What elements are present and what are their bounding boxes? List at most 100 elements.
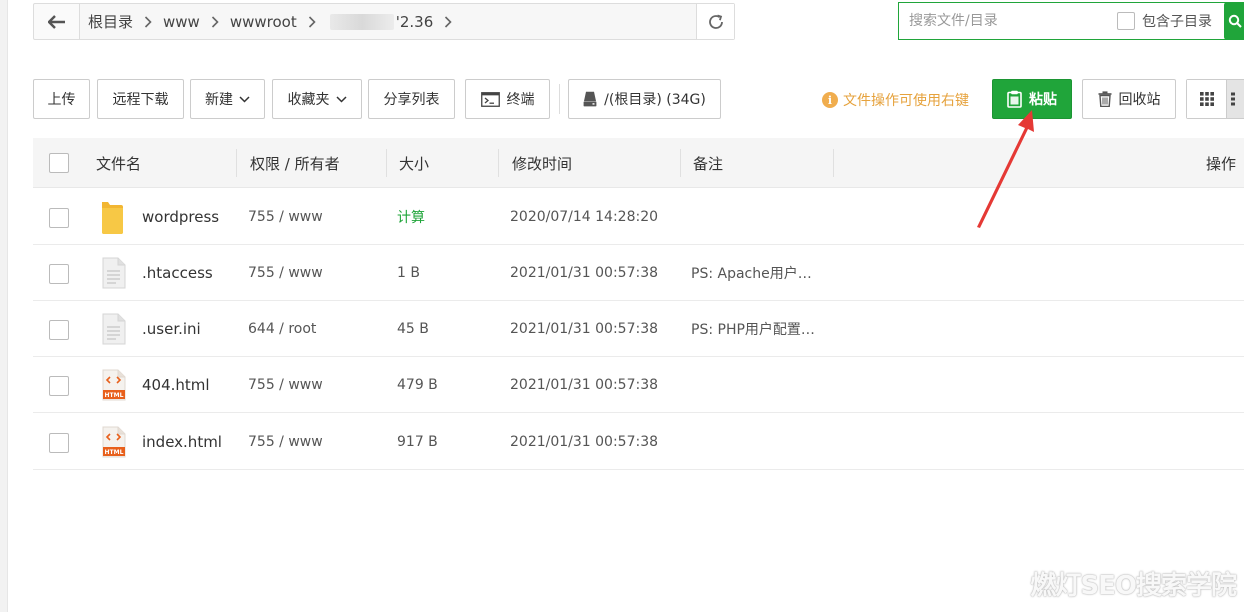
row-checkbox-wrap bbox=[49, 433, 69, 457]
file-perm[interactable]: 755 / www bbox=[248, 357, 323, 413]
table-row[interactable]: .htaccess 755 / www 1 B 2021/01/31 00:57… bbox=[33, 245, 1244, 301]
terminal-label: 终端 bbox=[506, 92, 535, 108]
grid-view-button[interactable] bbox=[1187, 80, 1227, 118]
col-header-perm[interactable]: 权限 / 所有者 bbox=[250, 138, 340, 188]
col-divider bbox=[236, 149, 237, 177]
remote-download-label: 远程下载 bbox=[112, 92, 169, 108]
breadcrumb-www[interactable]: www bbox=[163, 13, 200, 31]
clipboard-icon bbox=[1007, 90, 1022, 108]
terminal-icon bbox=[480, 91, 500, 107]
search-input[interactable] bbox=[899, 4, 1105, 38]
terminal-button[interactable]: 终端 bbox=[465, 79, 550, 119]
include-subdirs-label: 包含子目录 bbox=[1142, 14, 1212, 30]
file-icon bbox=[102, 245, 126, 301]
file-mtime: 2021/01/31 00:57:38 bbox=[510, 265, 659, 281]
select-all-checkbox[interactable] bbox=[49, 153, 69, 173]
row-checkbox-wrap bbox=[49, 208, 69, 232]
col-divider bbox=[498, 149, 499, 177]
upload-label: 上传 bbox=[47, 92, 76, 108]
col-header-mtime[interactable]: 修改时间 bbox=[512, 138, 572, 188]
row-checkbox[interactable] bbox=[49, 433, 69, 453]
recycle-bin-button[interactable]: 回收站 bbox=[1082, 79, 1176, 119]
row-checkbox-wrap bbox=[49, 264, 69, 288]
row-checkbox[interactable] bbox=[49, 376, 69, 396]
file-remark: PS: PHP用户配置… bbox=[691, 322, 815, 338]
col-header-name[interactable]: 文件名 bbox=[96, 138, 141, 188]
table-row[interactable]: HTML 404.html 755 / www 479 B 2021/01/31… bbox=[33, 357, 1244, 413]
file-name[interactable]: .user.ini bbox=[142, 301, 201, 357]
file-mtime: 2021/01/31 00:57:38 bbox=[510, 321, 659, 337]
file-size: 45 B bbox=[397, 321, 429, 337]
file-name[interactable]: index.html bbox=[142, 414, 222, 470]
include-subdirs-checkbox[interactable] bbox=[1117, 12, 1135, 30]
list-view-button[interactable] bbox=[1226, 80, 1244, 118]
disk-selector-button[interactable]: /(根目录) (34G) bbox=[568, 79, 721, 119]
upload-button[interactable]: 上传 bbox=[33, 79, 90, 119]
chevron-right-icon bbox=[144, 15, 152, 28]
row-checkbox-wrap bbox=[49, 320, 69, 344]
breadcrumb: 根目录 www wwwroot '2.36 bbox=[80, 4, 696, 39]
tip-text: 文件操作可使用右键 bbox=[843, 93, 969, 109]
new-label: 新建 bbox=[205, 92, 233, 108]
view-mode-toggle bbox=[1186, 79, 1244, 119]
left-panel-edge bbox=[0, 0, 8, 612]
chevron-right-icon bbox=[211, 15, 219, 28]
file-name[interactable]: .htaccess bbox=[142, 245, 213, 301]
include-subdirs-toggle[interactable]: 包含子目录 bbox=[1117, 11, 1212, 31]
file-remark: PS: Apache用户… bbox=[691, 266, 812, 282]
trash-icon bbox=[1098, 91, 1112, 107]
svg-text:HTML: HTML bbox=[105, 392, 124, 399]
col-header-ops: 操作 bbox=[1206, 154, 1237, 173]
svg-text:HTML: HTML bbox=[105, 449, 124, 456]
info-icon: i bbox=[822, 92, 838, 108]
folder-icon bbox=[100, 189, 125, 245]
remote-download-button[interactable]: 远程下载 bbox=[97, 79, 184, 119]
favorites-dropdown-button[interactable]: 收藏夹 bbox=[272, 79, 362, 119]
new-dropdown-button[interactable]: 新建 bbox=[190, 79, 265, 119]
col-divider bbox=[833, 149, 834, 177]
file-name[interactable]: wordpress bbox=[142, 189, 219, 245]
recycle-bin-label: 回收站 bbox=[1118, 92, 1161, 108]
row-checkbox-wrap bbox=[49, 376, 69, 400]
breadcrumb-site[interactable]: '2.36 bbox=[396, 13, 434, 31]
col-header-size[interactable]: 大小 bbox=[399, 138, 429, 188]
search-icon bbox=[1228, 14, 1242, 28]
file-mtime: 2021/01/31 00:57:38 bbox=[510, 377, 659, 393]
search-box: 包含子目录 bbox=[898, 2, 1244, 40]
share-list-button[interactable]: 分享列表 bbox=[368, 79, 455, 119]
file-perm[interactable]: 755 / www bbox=[248, 414, 323, 470]
paste-button[interactable]: 粘贴 bbox=[992, 79, 1072, 119]
file-name[interactable]: 404.html bbox=[142, 357, 210, 413]
file-perm[interactable]: 755 / www bbox=[248, 245, 323, 301]
table-row[interactable]: wordpress 755 / www 计算 2020/07/14 14:28:… bbox=[33, 189, 1244, 245]
refresh-button[interactable] bbox=[696, 4, 734, 39]
file-table-header: 文件名 权限 / 所有者 大小 修改时间 备注 操作 bbox=[33, 138, 1244, 188]
table-row[interactable]: .user.ini 644 / root 45 B 2021/01/31 00:… bbox=[33, 301, 1244, 357]
row-checkbox[interactable] bbox=[49, 320, 69, 340]
search-button[interactable] bbox=[1224, 2, 1244, 40]
grid-icon bbox=[1199, 92, 1214, 106]
file-mtime: 2021/01/31 00:57:38 bbox=[510, 434, 659, 450]
col-divider bbox=[680, 149, 681, 177]
calc-size-link[interactable]: 计算 bbox=[397, 189, 425, 245]
file-size: 479 B bbox=[397, 377, 438, 393]
row-checkbox[interactable] bbox=[49, 264, 69, 284]
disk-label: /(根目录) (34G) bbox=[604, 92, 706, 108]
row-checkbox[interactable] bbox=[49, 208, 69, 228]
breadcrumb-root[interactable]: 根目录 bbox=[88, 11, 133, 32]
file-size: 917 B bbox=[397, 434, 438, 450]
table-row[interactable]: HTML index.html 755 / www 917 B 2021/01/… bbox=[33, 414, 1244, 470]
paste-label: 粘贴 bbox=[1029, 92, 1057, 108]
chevron-right-icon bbox=[444, 15, 452, 28]
favorites-label: 收藏夹 bbox=[287, 92, 330, 108]
chevron-right-icon bbox=[308, 15, 316, 28]
file-icon bbox=[102, 301, 126, 357]
file-perm[interactable]: 644 / root bbox=[248, 301, 316, 357]
refresh-icon bbox=[708, 14, 723, 29]
redacted-text bbox=[329, 13, 394, 30]
back-button[interactable] bbox=[34, 4, 80, 39]
breadcrumb-wwwroot[interactable]: wwwroot bbox=[230, 13, 297, 31]
arrow-left-icon bbox=[47, 14, 65, 29]
file-perm[interactable]: 755 / www bbox=[248, 189, 323, 245]
html-file-icon: HTML bbox=[102, 357, 126, 413]
